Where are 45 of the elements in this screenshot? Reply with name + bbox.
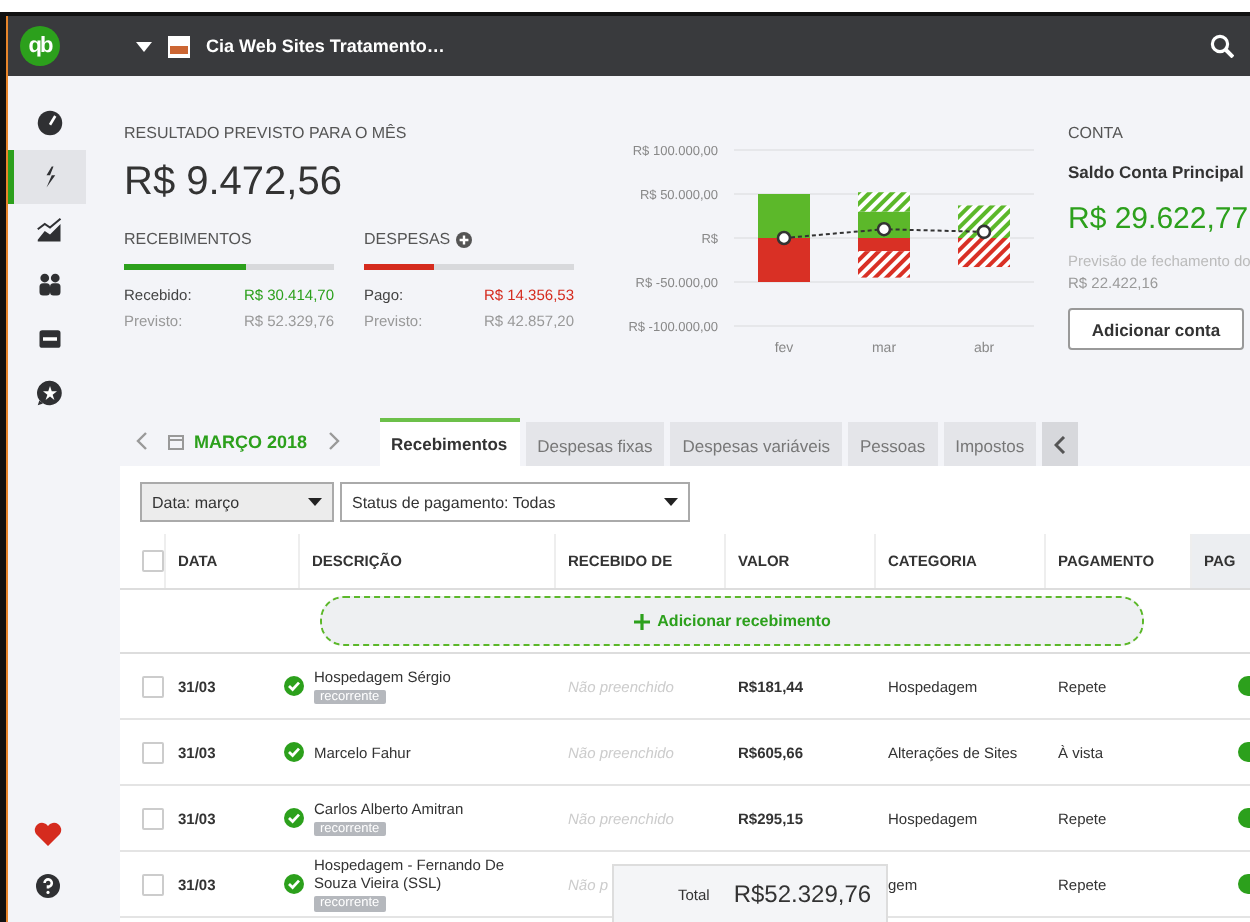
star-chat-icon <box>36 378 64 408</box>
section-title: RESULTADO PREVISTO PARA O MÊS <box>124 124 409 142</box>
people-icon <box>36 270 64 300</box>
add-account-button[interactable]: Adicionar conta <box>1068 308 1244 350</box>
row-checkbox[interactable] <box>142 741 164 763</box>
bar <box>958 238 1010 268</box>
heart-icon[interactable] <box>33 822 61 846</box>
caret-icon <box>308 498 322 506</box>
row-checkbox[interactable] <box>142 873 164 895</box>
scroll-tabs-button[interactable] <box>1042 422 1079 466</box>
group-title: DESPESAS <box>364 230 451 248</box>
card-icon <box>36 324 64 354</box>
tab[interactable]: Recebimentos <box>379 418 520 466</box>
tab[interactable]: Pessoas <box>847 422 938 466</box>
row-checkbox[interactable] <box>142 675 164 697</box>
filter-dropdown[interactable]: Data: março <box>140 482 334 522</box>
tab[interactable]: Despesas fixas <box>525 422 665 466</box>
plus-icon <box>633 613 650 629</box>
calendar-icon <box>168 433 184 449</box>
company-name[interactable]: Cia Web Sites Tratamento… <box>206 36 445 56</box>
previous-icon[interactable] <box>136 432 148 450</box>
row-checkbox[interactable] <box>142 807 164 829</box>
chart-icon <box>36 216 64 246</box>
company-logo-icon <box>168 35 190 57</box>
filter-dropdown[interactable]: Status de pagamento: Todas <box>340 482 690 522</box>
bar <box>758 238 810 282</box>
add-icon[interactable] <box>456 231 473 247</box>
tab[interactable]: Despesas variáveis <box>670 422 842 466</box>
group-title: RECEBIMENTOS <box>124 230 252 248</box>
result-amount: R$ 9.472,56 <box>124 160 344 206</box>
total-value: R$52.329,76 <box>733 880 872 908</box>
bar <box>758 194 810 238</box>
tab[interactable]: Impostos <box>943 422 1037 466</box>
chevron-icon <box>1054 435 1067 453</box>
bar <box>858 192 910 212</box>
caret-icon[interactable] <box>136 41 152 51</box>
caret-icon <box>664 498 678 506</box>
next-icon[interactable] <box>327 432 340 450</box>
account-balance: R$ 29.622,77 <box>1068 202 1250 236</box>
account-name: Saldo Conta Principal <box>1068 162 1246 182</box>
search-icon[interactable] <box>1210 34 1234 58</box>
select-all-checkbox[interactable] <box>142 550 164 572</box>
section-title: CONTA <box>1068 124 1125 142</box>
help-icon[interactable] <box>35 874 59 898</box>
dashboard-icon <box>36 108 64 138</box>
